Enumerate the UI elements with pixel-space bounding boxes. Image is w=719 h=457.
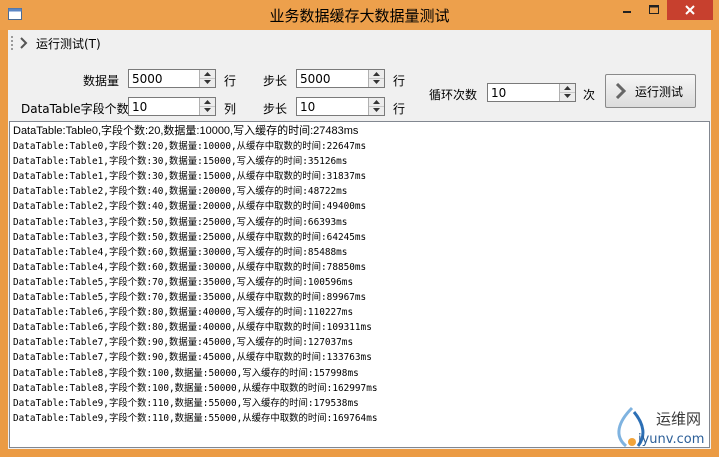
data-count-spin[interactable] (199, 70, 215, 87)
step2-stepper[interactable]: 10 (296, 97, 385, 116)
step1-stepper[interactable]: 5000 (296, 69, 385, 88)
data-count-value: 5000 (132, 72, 163, 86)
run-test-menu-item[interactable]: 运行测试(T) (19, 33, 101, 53)
output-log[interactable]: DataTable:Table0,字段个数:20,数据量:10000,写入缓存的… (9, 121, 710, 448)
loop-count-value: 10 (491, 86, 507, 100)
output-line: DataTable:Table7,字段个数:90,数据量:45000,写入缓存的… (13, 337, 354, 349)
loop-count-unit: 次 (583, 88, 596, 102)
window-title: 业务数据缓存大数据量测试 (269, 7, 450, 25)
output-line: DataTable:Table5,字段个数:70,数据量:35000,写入缓存的… (13, 276, 354, 288)
chevron-right-icon (615, 83, 627, 99)
run-test-button[interactable]: 运行测试 (605, 74, 696, 108)
data-count-label: 数据量 (83, 74, 120, 88)
data-count-stepper[interactable]: 5000 (128, 69, 216, 88)
maximize-icon (649, 5, 659, 14)
spin-down-icon[interactable] (560, 92, 575, 100)
spin-down-icon[interactable] (369, 106, 384, 114)
title-bar[interactable]: 业务数据缓存大数据量测试 (0, 0, 719, 30)
output-line: DataTable:Table2,字段个数:40,数据量:20000,写入缓存的… (13, 186, 348, 198)
watermark-name: 运维网 (656, 410, 702, 428)
output-line: DataTable:Table6,字段个数:80,数据量:40000,写入缓存的… (13, 307, 354, 319)
data-count-unit: 行 (224, 74, 237, 88)
step1-unit: 行 (393, 74, 406, 88)
minimize-icon (623, 11, 631, 13)
loop-count-stepper[interactable]: 10 (487, 83, 576, 102)
output-line: DataTable:Table4,字段个数:60,数据量:30000,写入缓存的… (13, 246, 348, 258)
output-line: DataTable:Table9,字段个数:110,数据量:55000,从缓存中… (13, 412, 378, 424)
step2-value: 10 (300, 100, 316, 114)
output-lines: DataTable:Table0,字段个数:20,数据量:10000,写入缓存的… (13, 124, 377, 426)
watermark-url: iyunv.com (638, 432, 705, 447)
output-line: DataTable:Table3,字段个数:50,数据量:25000,从缓存中取… (13, 231, 367, 243)
spin-down-icon[interactable] (369, 78, 384, 86)
output-line: DataTable:Table4,字段个数:60,数据量:30000,从缓存中取… (13, 261, 367, 273)
step1-label: 步长 (263, 74, 288, 88)
step1-value: 5000 (300, 72, 331, 86)
field-count-label: DataTable字段个数 (21, 102, 129, 116)
output-line: DataTable:Table7,字段个数:90,数据量:45000,从缓存中取… (13, 352, 372, 364)
step2-label: 步长 (263, 102, 288, 116)
step1-spin[interactable] (368, 70, 384, 87)
close-button[interactable] (667, 0, 713, 20)
toolbar-grip[interactable] (11, 36, 13, 52)
close-icon (685, 5, 695, 15)
loop-count-label: 循环次数 (429, 88, 478, 102)
output-line: DataTable:Table3,字段个数:50,数据量:25000,写入缓存的… (13, 216, 348, 228)
output-line: DataTable:Table1,字段个数:30,数据量:15000,从缓存中取… (13, 171, 367, 183)
field-count-stepper[interactable]: 10 (128, 97, 216, 116)
field-count-spin[interactable] (199, 98, 215, 115)
run-test-menu-label: 运行测试(T) (36, 36, 101, 51)
output-line: DataTable:Table5,字段个数:70,数据量:35000,从缓存中取… (13, 292, 367, 304)
output-line: DataTable:Table8,字段个数:100,数据量:50000,写入缓存… (13, 367, 359, 379)
watermark: 运维网 iyunv.com (612, 402, 718, 454)
output-line: DataTable:Table6,字段个数:80,数据量:40000,从缓存中取… (13, 322, 372, 334)
output-line: DataTable:Table9,字段个数:110,数据量:55000,写入缓存… (13, 397, 359, 409)
spin-down-icon[interactable] (200, 106, 215, 114)
app-window: 业务数据缓存大数据量测试 运行测试(T) 数据量 5000 行 步长 5000 … (0, 0, 719, 457)
spin-down-icon[interactable] (200, 78, 215, 86)
field-count-value: 10 (132, 100, 148, 114)
output-line: DataTable:Table8,字段个数:100,数据量:50000,从缓存中… (13, 382, 378, 394)
minimize-button[interactable] (613, 0, 641, 20)
loop-count-spin[interactable] (559, 84, 575, 101)
client-area: 运行测试(T) 数据量 5000 行 步长 5000 行 DataTable字段… (8, 30, 711, 449)
output-line: DataTable:Table2,字段个数:40,数据量:20000,从缓存中取… (13, 201, 367, 213)
output-line: DataTable:Table1,字段个数:30,数据量:15000,写入缓存的… (13, 156, 348, 168)
step2-spin[interactable] (368, 98, 384, 115)
maximize-button[interactable] (641, 0, 667, 20)
step2-unit: 行 (393, 102, 406, 116)
toolbar: 运行测试(T) (8, 30, 711, 57)
parameters-panel: 数据量 5000 行 步长 5000 行 DataTable字段个数 10 列 … (8, 57, 711, 121)
field-count-unit: 列 (224, 102, 237, 116)
run-test-button-label: 运行测试 (635, 84, 684, 99)
output-line: DataTable:Table0,字段个数:20,数据量:10000,从缓存中取… (13, 141, 367, 153)
output-line: DataTable:Table0,字段个数:20,数据量:10000,写入缓存的… (13, 125, 359, 137)
chevron-right-icon (20, 37, 28, 49)
